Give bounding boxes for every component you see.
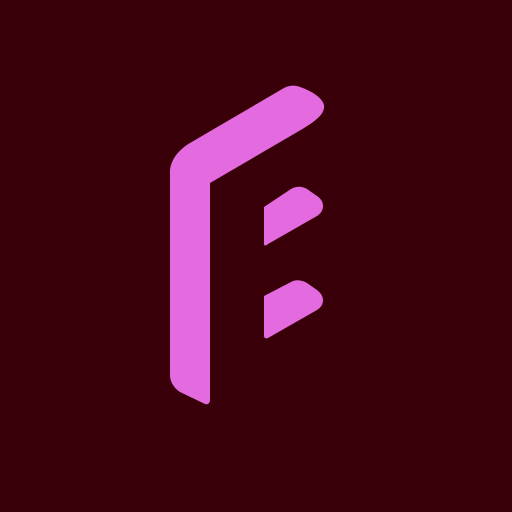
app-icon-canvas <box>0 0 512 512</box>
logo-stem-and-arm <box>170 85 325 405</box>
logo-upper-bar <box>264 186 323 246</box>
letter-f-logo-icon <box>170 85 325 405</box>
logo-lower-bar <box>264 280 323 339</box>
